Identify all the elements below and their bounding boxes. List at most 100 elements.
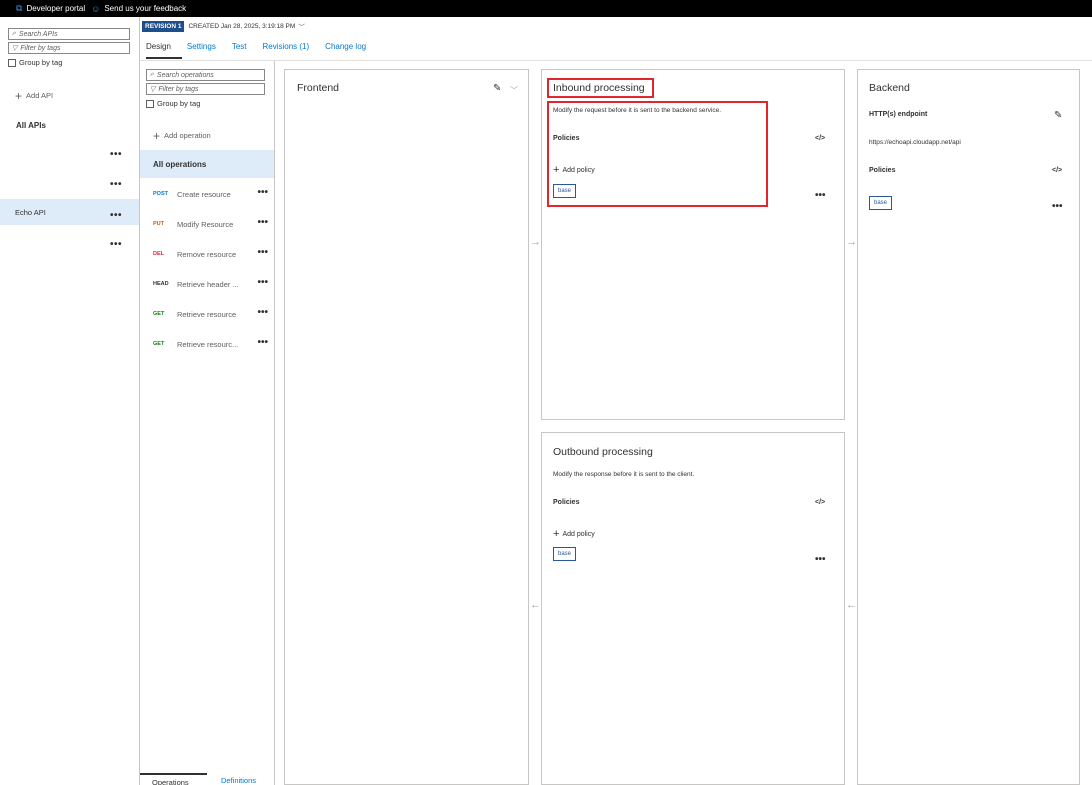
code-editor-icon[interactable]: </> <box>1052 167 1062 174</box>
operation-row[interactable]: POST Create resource ••• <box>153 188 268 200</box>
api-list-pane: ⌕ Search APIs ▽ Filter by tags Group by … <box>0 17 140 785</box>
operation-name: Retrieve header ... <box>177 279 239 289</box>
filter-apis-placeholder: Filter by tags <box>20 44 61 52</box>
revision-bar: REVISION 1 CREATED Jan 28, 2025, 3:19:18… <box>142 19 305 33</box>
edit-pencil-icon[interactable]: ✎ <box>493 83 501 94</box>
checkbox-icon <box>146 99 154 108</box>
filter-icon: ▽ <box>150 86 156 93</box>
operation-row[interactable]: DEL Remove resource ••• <box>153 248 268 260</box>
revision-created[interactable]: CREATED Jan 28, 2025, 3:19:18 PM ﹀ <box>188 21 304 32</box>
backend-panel: Backend HTTP(s) endpoint ✎ https://echoa… <box>857 69 1080 785</box>
revision-badge[interactable]: REVISION 1 <box>142 20 185 32</box>
operation-row[interactable]: PUT Modify Resource ••• <box>153 218 268 230</box>
operation-method: GET <box>153 311 165 317</box>
all-operations-label: All operations <box>153 159 207 169</box>
add-operation-label: Add operation <box>164 131 211 140</box>
design-tabs: Design Settings Test Revisions (1) Chang… <box>146 42 382 51</box>
edit-pencil-icon[interactable]: ✎ <box>1054 110 1062 121</box>
api-more-button[interactable]: ••• <box>110 240 122 250</box>
all-apis-heading: All APIs <box>16 121 46 130</box>
add-api-label: Add API <box>26 91 54 100</box>
tab-definitions[interactable]: Definitions <box>207 773 256 785</box>
operation-name: Modify Resource <box>177 219 234 229</box>
inbound-description: Modify the request before it is sent to … <box>553 107 722 114</box>
code-editor-icon[interactable]: </> <box>815 135 825 142</box>
code-editor-icon[interactable]: </> <box>815 499 825 506</box>
api-more-button[interactable]: ••• <box>110 150 122 160</box>
api-more-button[interactable]: ••• <box>110 211 122 221</box>
chevron-down-icon[interactable]: ﹀ <box>510 85 518 96</box>
operation-more-button[interactable]: ••• <box>257 278 268 288</box>
backend-base-policy[interactable]: base <box>869 196 893 210</box>
search-icon: ⌕ <box>150 71 154 78</box>
arrow-right-icon: → <box>846 236 857 248</box>
tab-operations[interactable]: Operations <box>140 773 207 785</box>
arrow-right-icon: → <box>530 236 541 248</box>
operation-method: DEL <box>153 251 164 257</box>
inbound-policies-label: Policies <box>553 135 580 142</box>
feedback-link[interactable]: ☺ Send us your feedback <box>91 4 186 14</box>
filter-icon: ▽ <box>12 45 18 52</box>
tabs-divider <box>140 60 1092 61</box>
tab-design[interactable]: Design <box>146 42 171 51</box>
api-item-label: Echo API <box>15 207 46 217</box>
add-policy-label: Add policy <box>562 166 595 174</box>
plus-icon: + <box>15 88 23 103</box>
operation-method: PUT <box>153 221 164 227</box>
operation-row[interactable]: GET Retrieve resourc... ••• <box>153 338 268 350</box>
inbound-processing-panel: Inbound processing Modify the request be… <box>541 69 845 420</box>
filter-apis-input[interactable]: ▽ Filter by tags <box>8 42 130 54</box>
operation-more-button[interactable]: ••• <box>257 248 268 258</box>
search-apis-placeholder: Search APIs <box>18 30 58 38</box>
ops-group-by-tag-label: Group by tag <box>157 99 201 108</box>
outbound-add-policy-button[interactable]: + Add policy <box>553 529 595 540</box>
top-bar: ⧉ Developer portal ☺ Send us your feedba… <box>0 0 1092 17</box>
add-api-button[interactable]: + Add API <box>15 88 54 103</box>
feedback-label: Send us your feedback <box>104 4 187 13</box>
search-operations-placeholder: Search operations <box>156 71 214 79</box>
checkbox-icon <box>8 58 16 67</box>
inbound-base-policy[interactable]: base <box>553 184 577 198</box>
operation-more-button[interactable]: ••• <box>257 338 268 348</box>
ops-group-by-tag-checkbox[interactable]: Group by tag <box>146 99 200 108</box>
add-policy-label: Add policy <box>562 530 595 538</box>
backend-title: Backend <box>869 82 910 94</box>
outbound-title: Outbound processing <box>553 446 653 458</box>
filter-operations-input[interactable]: ▽ Filter by tags <box>146 83 265 95</box>
inbound-add-policy-button[interactable]: + Add policy <box>553 165 595 176</box>
add-operation-button[interactable]: + Add operation <box>153 130 211 142</box>
developer-portal-label: Developer portal <box>26 4 86 13</box>
tab-revisions[interactable]: Revisions (1) <box>262 42 309 51</box>
tab-test[interactable]: Test <box>232 42 247 51</box>
outbound-more-button[interactable]: ••• <box>815 555 826 565</box>
inbound-title: Inbound processing <box>553 82 645 94</box>
all-operations-item[interactable]: All operations <box>140 150 274 178</box>
frontend-title: Frontend <box>297 82 340 94</box>
arrow-left-icon: ← <box>530 599 541 611</box>
backend-policies-label: Policies <box>869 167 896 174</box>
operation-more-button[interactable]: ••• <box>257 308 268 318</box>
tab-settings[interactable]: Settings <box>187 42 216 51</box>
group-by-tag-checkbox[interactable]: Group by tag <box>8 58 62 67</box>
operation-row[interactable]: HEAD Retrieve header ... ••• <box>153 278 268 290</box>
backend-more-button[interactable]: ••• <box>1052 202 1063 212</box>
arrow-left-icon: ← <box>846 599 857 611</box>
inbound-more-button[interactable]: ••• <box>815 191 826 201</box>
operation-name: Remove resource <box>177 249 237 259</box>
external-link-icon: ⧉ <box>16 3 23 13</box>
api-more-button[interactable]: ••• <box>110 180 122 190</box>
operation-row[interactable]: GET Retrieve resource ••• <box>153 308 268 320</box>
search-icon: ⌕ <box>12 30 16 37</box>
search-operations-input[interactable]: ⌕ Search operations <box>146 69 265 81</box>
developer-portal-link[interactable]: ⧉ Developer portal <box>16 3 85 14</box>
outbound-base-policy[interactable]: base <box>553 547 577 561</box>
ops-footer-tabs: Operations Definitions <box>140 773 274 785</box>
tab-change-log[interactable]: Change log <box>325 42 366 51</box>
operation-name: Create resource <box>177 189 231 199</box>
operation-more-button[interactable]: ••• <box>257 188 268 198</box>
active-tab-indicator <box>146 57 182 59</box>
filter-operations-placeholder: Filter by tags <box>158 85 199 93</box>
operation-name: Retrieve resource <box>177 309 237 319</box>
search-apis-input[interactable]: ⌕ Search APIs <box>8 28 130 40</box>
operation-more-button[interactable]: ••• <box>257 218 268 228</box>
